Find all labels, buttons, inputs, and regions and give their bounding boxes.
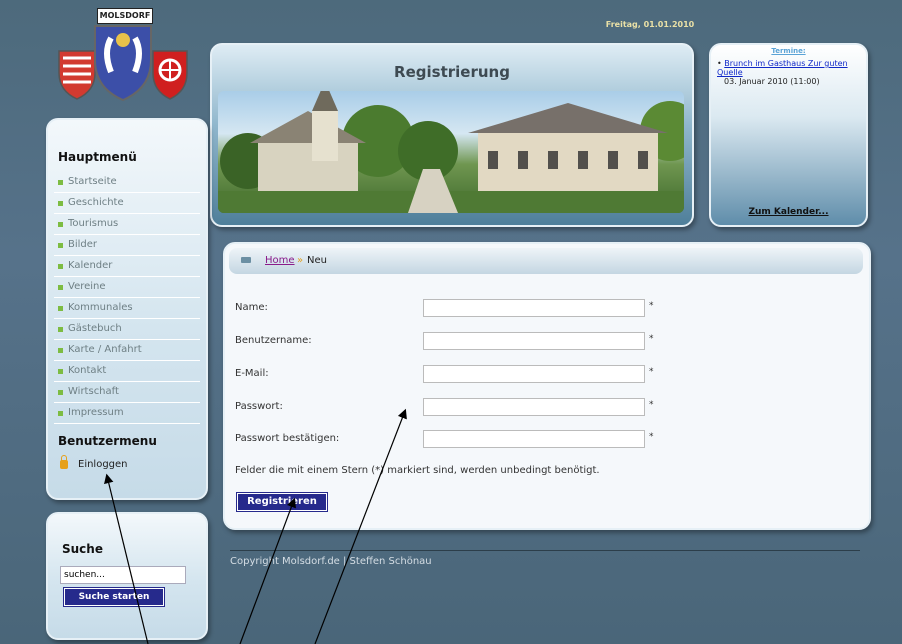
molsdorf-logo: MOLSDORF (55, 6, 205, 106)
footer-copyright: Copyright Molsdorf.de | Steffen Schönau (230, 556, 432, 567)
email-required-star: * (649, 367, 654, 377)
breadcrumb-arrow-icon (241, 257, 251, 263)
logo-ribbon: MOLSDORF (97, 8, 153, 24)
menu-item-bilder[interactable]: Bilder (54, 235, 200, 256)
menu-item-kalender[interactable]: Kalender (54, 256, 200, 277)
search-title: Suche (62, 542, 103, 556)
breadcrumb: Home » Neu (229, 248, 863, 274)
village-photo (218, 91, 684, 213)
search-button[interactable]: Suche starten (63, 587, 165, 607)
village-photo-illustration (218, 91, 684, 213)
password-field[interactable] (423, 398, 645, 416)
username-label: Benutzername: (235, 335, 312, 346)
breadcrumb-home-link[interactable]: Home (265, 255, 295, 266)
menu-item-kommunales[interactable]: Kommunales (54, 298, 200, 319)
username-field[interactable] (423, 332, 645, 350)
main-menu-title: Hauptmenü (58, 150, 137, 164)
email-field[interactable] (423, 365, 645, 383)
login-label[interactable]: Einloggen (78, 459, 128, 470)
name-required-star: * (649, 301, 654, 311)
event-link[interactable]: Brunch im Gasthaus Zur guten Quelle (717, 59, 848, 77)
register-button[interactable]: Registrieren (236, 492, 328, 512)
main-menu-list: Startseite Geschichte Tourismus Bilder K… (54, 172, 200, 424)
main-menu-panel: Hauptmenü Startseite Geschichte Tourismu… (46, 118, 208, 500)
registration-panel: Home » Neu Name: * Benutzername: * E-Mai… (223, 242, 871, 530)
current-date: Freitag, 01.01.2010 (605, 20, 695, 29)
user-menu-title: Benutzermenu (58, 434, 157, 448)
page-title: Registrierung (394, 63, 510, 81)
password-label: Passwort: (235, 401, 283, 412)
name-field[interactable] (423, 299, 645, 317)
confirm-password-field[interactable] (423, 430, 645, 448)
password-required-star: * (649, 400, 654, 410)
header-panel: Registrierung (210, 43, 694, 227)
menu-item-wirtschaft[interactable]: Wirtschaft (54, 382, 200, 403)
username-required-star: * (649, 334, 654, 344)
lock-icon (60, 454, 68, 469)
menu-item-vereine[interactable]: Vereine (54, 277, 200, 298)
menu-item-karte[interactable]: Karte / Anfahrt (54, 340, 200, 361)
footer-divider (230, 550, 860, 551)
menu-item-geschichte[interactable]: Geschichte (54, 193, 200, 214)
events-title[interactable]: Termine: (711, 47, 866, 55)
menu-item-kontakt[interactable]: Kontakt (54, 361, 200, 382)
event-item: • Brunch im Gasthaus Zur guten Quelle 03… (717, 59, 848, 86)
name-label: Name: (235, 302, 268, 313)
menu-item-startseite[interactable]: Startseite (54, 172, 200, 193)
breadcrumb-separator: » (297, 255, 304, 266)
menu-item-tourismus[interactable]: Tourismus (54, 214, 200, 235)
breadcrumb-current: Neu (307, 255, 327, 266)
search-input[interactable] (60, 566, 186, 584)
menu-item-gaestebuch[interactable]: Gästebuch (54, 319, 200, 340)
calendar-link[interactable]: Zum Kalender... (711, 207, 866, 217)
confirm-password-label: Passwort bestätigen: (235, 433, 340, 444)
events-panel: Termine: • Brunch im Gasthaus Zur guten … (709, 43, 868, 227)
required-fields-note: Felder die mit einem Stern (*) markiert … (235, 465, 600, 476)
search-panel: Suche Suche starten (46, 512, 208, 640)
email-label: E-Mail: (235, 368, 269, 379)
login-link[interactable]: Einloggen (60, 454, 128, 470)
menu-item-impressum[interactable]: Impressum (54, 403, 200, 424)
confirm-required-star: * (649, 432, 654, 442)
event-date: 03. Januar 2010 (11:00) (724, 77, 820, 86)
